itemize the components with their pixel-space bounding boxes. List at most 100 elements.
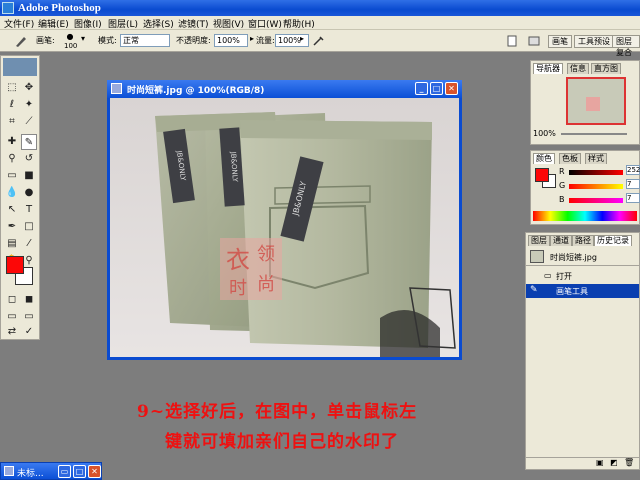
menu-select[interactable]: 选择(S) [143, 17, 174, 30]
trash-icon[interactable]: 🗑 [624, 458, 634, 467]
tab-paths[interactable]: 路径 [572, 235, 594, 246]
brush-tool-active-icon[interactable]: ✎ [21, 134, 37, 150]
gradient-tool-icon[interactable]: ■ [21, 168, 37, 184]
jump-icon[interactable]: ✓ [21, 324, 37, 340]
color-spectrum[interactable] [533, 211, 637, 221]
healing-brush-tool-icon[interactable]: ✚ [4, 134, 20, 150]
history-brush-tool-icon[interactable]: ↺ [21, 151, 37, 167]
tab-layer-comps[interactable]: 图层复合 [612, 35, 640, 57]
tab-info[interactable]: 信息 [567, 63, 589, 74]
screen-mode-2-icon[interactable]: ▭ [21, 309, 37, 325]
shape-tool-icon[interactable]: □ [21, 219, 37, 235]
foreground-color-swatch[interactable] [6, 256, 24, 274]
path-select-tool-icon[interactable]: ↖ [4, 202, 20, 218]
pen-tool-icon[interactable]: ✒ [4, 219, 20, 235]
slice-tool-icon[interactable]: ⟋ [21, 114, 37, 130]
eraser-tool-icon[interactable]: ▭ [4, 168, 20, 184]
document-title-bar[interactable]: 时尚短裤.jpg @ 100%(RGB/8) _ □ ✕ [107, 80, 462, 98]
history-item[interactable]: ▭ 打开 [526, 269, 639, 283]
maximize-button-min[interactable]: □ [73, 465, 86, 478]
navigator-zoom[interactable]: 100% [533, 129, 556, 138]
snapshot-icon[interactable]: ◩ [610, 458, 618, 467]
menu-bar: 文件(F) 编辑(E) 图像(I) 图层(L) 选择(S) 滤镜(T) 视图(V… [0, 16, 640, 30]
standard-mode-icon[interactable]: ◻ [4, 292, 20, 308]
restore-button[interactable]: ▭ [58, 465, 71, 478]
menu-layer[interactable]: 图层(L) [108, 17, 138, 30]
navigator-panel: 导航器 信息 直方图 100% [530, 60, 640, 145]
screen-mode-1-icon[interactable]: ▭ [4, 309, 20, 325]
lasso-tool-icon[interactable]: ℓ [4, 97, 20, 113]
document-title: 时尚短裤.jpg @ 100%(RGB/8) [127, 86, 265, 96]
notes-tool-icon[interactable]: ▤ [4, 236, 20, 252]
navigator-thumbnail[interactable] [566, 77, 626, 125]
blur-tool-icon[interactable]: 💧 [4, 185, 20, 201]
brush-dot-icon[interactable]: ● [62, 32, 78, 42]
tab-styles[interactable]: 样式 [585, 153, 607, 164]
options-bar: 画笔: ● 100 ▾ 模式: 正常 不透明度: 100% ▸ 流量: 100%… [0, 30, 640, 57]
history-item-label: 画笔工具 [556, 287, 588, 296]
color-fg-swatch[interactable] [535, 168, 549, 182]
history-item-label: 打开 [556, 272, 572, 281]
document-icon[interactable] [505, 34, 519, 48]
g-slider[interactable] [569, 184, 623, 189]
airbrush-icon[interactable] [312, 34, 326, 48]
minimize-button[interactable]: _ [415, 82, 428, 95]
type-tool-icon[interactable]: T [21, 202, 37, 218]
menu-edit[interactable]: 编辑(E) [38, 17, 69, 30]
eyedropper-tool-icon[interactable]: ⁄ [21, 236, 37, 252]
tab-brushes[interactable]: 画笔 [548, 35, 572, 48]
menu-file[interactable]: 文件(F) [4, 17, 34, 30]
tab-color[interactable]: 颜色 [533, 153, 555, 164]
menu-filter[interactable]: 滤镜(T) [178, 17, 209, 30]
caption-line-2: 键就可填加亲们自己的水印了 [165, 432, 399, 452]
tab-histogram[interactable]: 直方图 [591, 63, 621, 74]
app-title-bar: Adobe Photoshop [0, 0, 640, 16]
toolbox-header-feather-icon[interactable] [3, 58, 37, 76]
dodge-tool-icon[interactable]: ● [21, 185, 37, 201]
history-snapshot-row[interactable]: 时尚短裤.jpg [526, 248, 639, 266]
menu-view[interactable]: 视图(V) [213, 17, 244, 30]
close-button-min[interactable]: ✕ [88, 465, 101, 478]
tab-tool-presets[interactable]: 工具预设 [574, 35, 614, 48]
document-icon-minimized [4, 466, 14, 476]
history-footer: ▣ ◩ 🗑 [526, 457, 639, 469]
tab-history[interactable]: 历史记录 [594, 235, 632, 246]
tab-layers[interactable]: 图层 [528, 235, 550, 246]
new-doc-icon[interactable]: ▣ [596, 458, 604, 467]
chevron-down-icon[interactable]: ▾ [81, 34, 85, 43]
clone-stamp-tool-icon[interactable]: ⚲ [4, 151, 20, 167]
marquee-tool-icon[interactable]: ⬚ [4, 80, 20, 96]
chevron-right-icon-2[interactable]: ▸ [300, 34, 304, 43]
r-slider[interactable] [569, 170, 623, 175]
quickmask-mode-icon[interactable]: ◼ [21, 292, 37, 308]
brush-tool-icon[interactable] [14, 34, 28, 48]
document-canvas[interactable]: JB&ONLY JB&ONLY JB&ONLY 衣 领 时 尚 [110, 98, 459, 357]
imageready-icon[interactable]: ⇄ [4, 324, 20, 340]
palette-well-icon[interactable] [527, 34, 541, 48]
menu-window[interactable]: 窗口(W) [248, 17, 282, 30]
tab-swatches[interactable]: 色板 [559, 153, 581, 164]
b-slider[interactable] [569, 198, 623, 203]
zoom-slider[interactable] [561, 133, 627, 135]
menu-help[interactable]: 帮助(H) [283, 17, 315, 30]
close-button[interactable]: ✕ [445, 82, 458, 95]
mode-select[interactable]: 正常 [120, 34, 170, 47]
minimized-window[interactable]: 未标... ▭ □ ✕ [0, 462, 102, 480]
history-item-selected[interactable]: ✎ 画笔工具 [526, 284, 639, 298]
b-value[interactable]: 7 [626, 193, 640, 203]
tab-channels[interactable]: 通道 [550, 235, 572, 246]
maximize-button[interactable]: □ [430, 82, 443, 95]
chevron-right-icon[interactable]: ▸ [250, 34, 254, 43]
r-value[interactable]: 252 [626, 165, 640, 175]
caption-line-1: 9~选择好后，在图中，单击鼠标左 [137, 402, 418, 422]
tab-navigator[interactable]: 导航器 [533, 63, 563, 74]
magic-wand-tool-icon[interactable]: ✦ [21, 97, 37, 113]
menu-image[interactable]: 图像(I) [74, 17, 102, 30]
mode-label: 模式: [98, 36, 117, 45]
app-title: Adobe Photoshop [18, 2, 101, 14]
g-value[interactable]: 7 [626, 179, 640, 189]
crop-tool-icon[interactable]: ⌗ [4, 114, 20, 130]
move-tool-icon[interactable]: ✥ [21, 80, 37, 96]
opacity-input[interactable]: 100% [214, 34, 248, 47]
brush-label: 画笔: [36, 36, 55, 45]
